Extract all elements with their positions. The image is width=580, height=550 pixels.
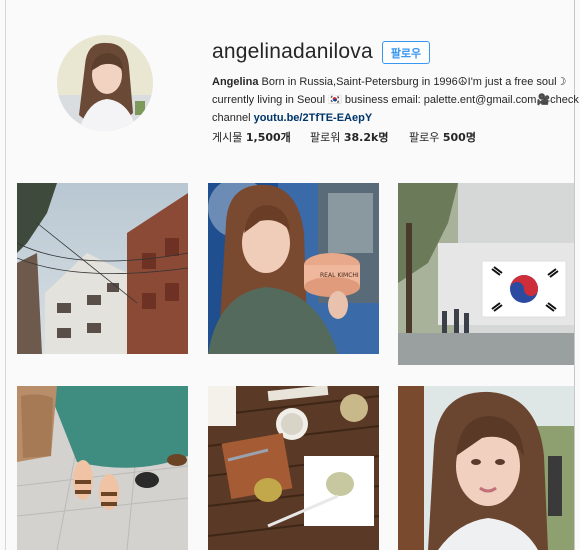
post-tile-feet-sandals[interactable]	[17, 386, 188, 550]
following-count: 500명	[442, 131, 476, 144]
profile-username: angelinadanilova	[212, 40, 373, 63]
bio-full-name: Angelina	[212, 76, 259, 88]
posts-label: 게시물	[212, 131, 246, 144]
bio-text-3: channel	[212, 112, 254, 124]
post-tile-apartment-building[interactable]	[17, 183, 188, 354]
bio-line-3: channel youtu.be/2TfTE-EAepY	[212, 109, 578, 127]
apartment-building-photo	[17, 183, 188, 354]
selfie-with-kimchi-can-photo: REAL KIMCHI	[208, 183, 379, 354]
bio-line-1: Angelina Born in Russia,Saint-Petersburg…	[212, 73, 578, 91]
cafe-table-photo	[208, 386, 379, 550]
profile-bio: Angelina Born in Russia,Saint-Petersburg…	[212, 73, 580, 127]
post-tile-portrait[interactable]	[398, 386, 574, 550]
post-tile-korean-flag-wall[interactable]	[398, 183, 574, 365]
post-tile-selfie-kimchi[interactable]: REAL KIMCHI	[208, 183, 379, 354]
korean-flag-wall-photo	[398, 183, 574, 365]
profile-avatar[interactable]	[57, 35, 153, 131]
bio-youtube-link[interactable]: youtu.be/2TfTE-EAepY	[254, 112, 373, 124]
followers-count: 38.2k명	[343, 131, 389, 144]
bio-text-1: Born in Russia,Saint-Petersburg in 1996☮…	[258, 76, 567, 88]
post-tile-cafe-table[interactable]	[208, 386, 379, 550]
followers-count-stat[interactable]: 팔로워 38.2k명	[310, 129, 388, 145]
left-divider	[5, 0, 6, 550]
follow-button[interactable]: 팔로우	[382, 41, 430, 64]
following-count-stat[interactable]: 팔로우 500명	[409, 129, 476, 145]
posts-count: 1,500개	[245, 131, 291, 144]
can-label: REAL KIMCHI	[320, 272, 359, 279]
posts-count-stat: 게시물 1,500개	[212, 129, 291, 145]
bio-line-2: currently living in Seoul 🇰🇷 business em…	[212, 94, 580, 106]
following-label: 팔로우	[409, 131, 443, 144]
feet-sandals-photo	[17, 386, 188, 550]
portrait-photo	[398, 386, 574, 550]
followers-label: 팔로워	[310, 131, 344, 144]
avatar-photo	[57, 35, 153, 131]
